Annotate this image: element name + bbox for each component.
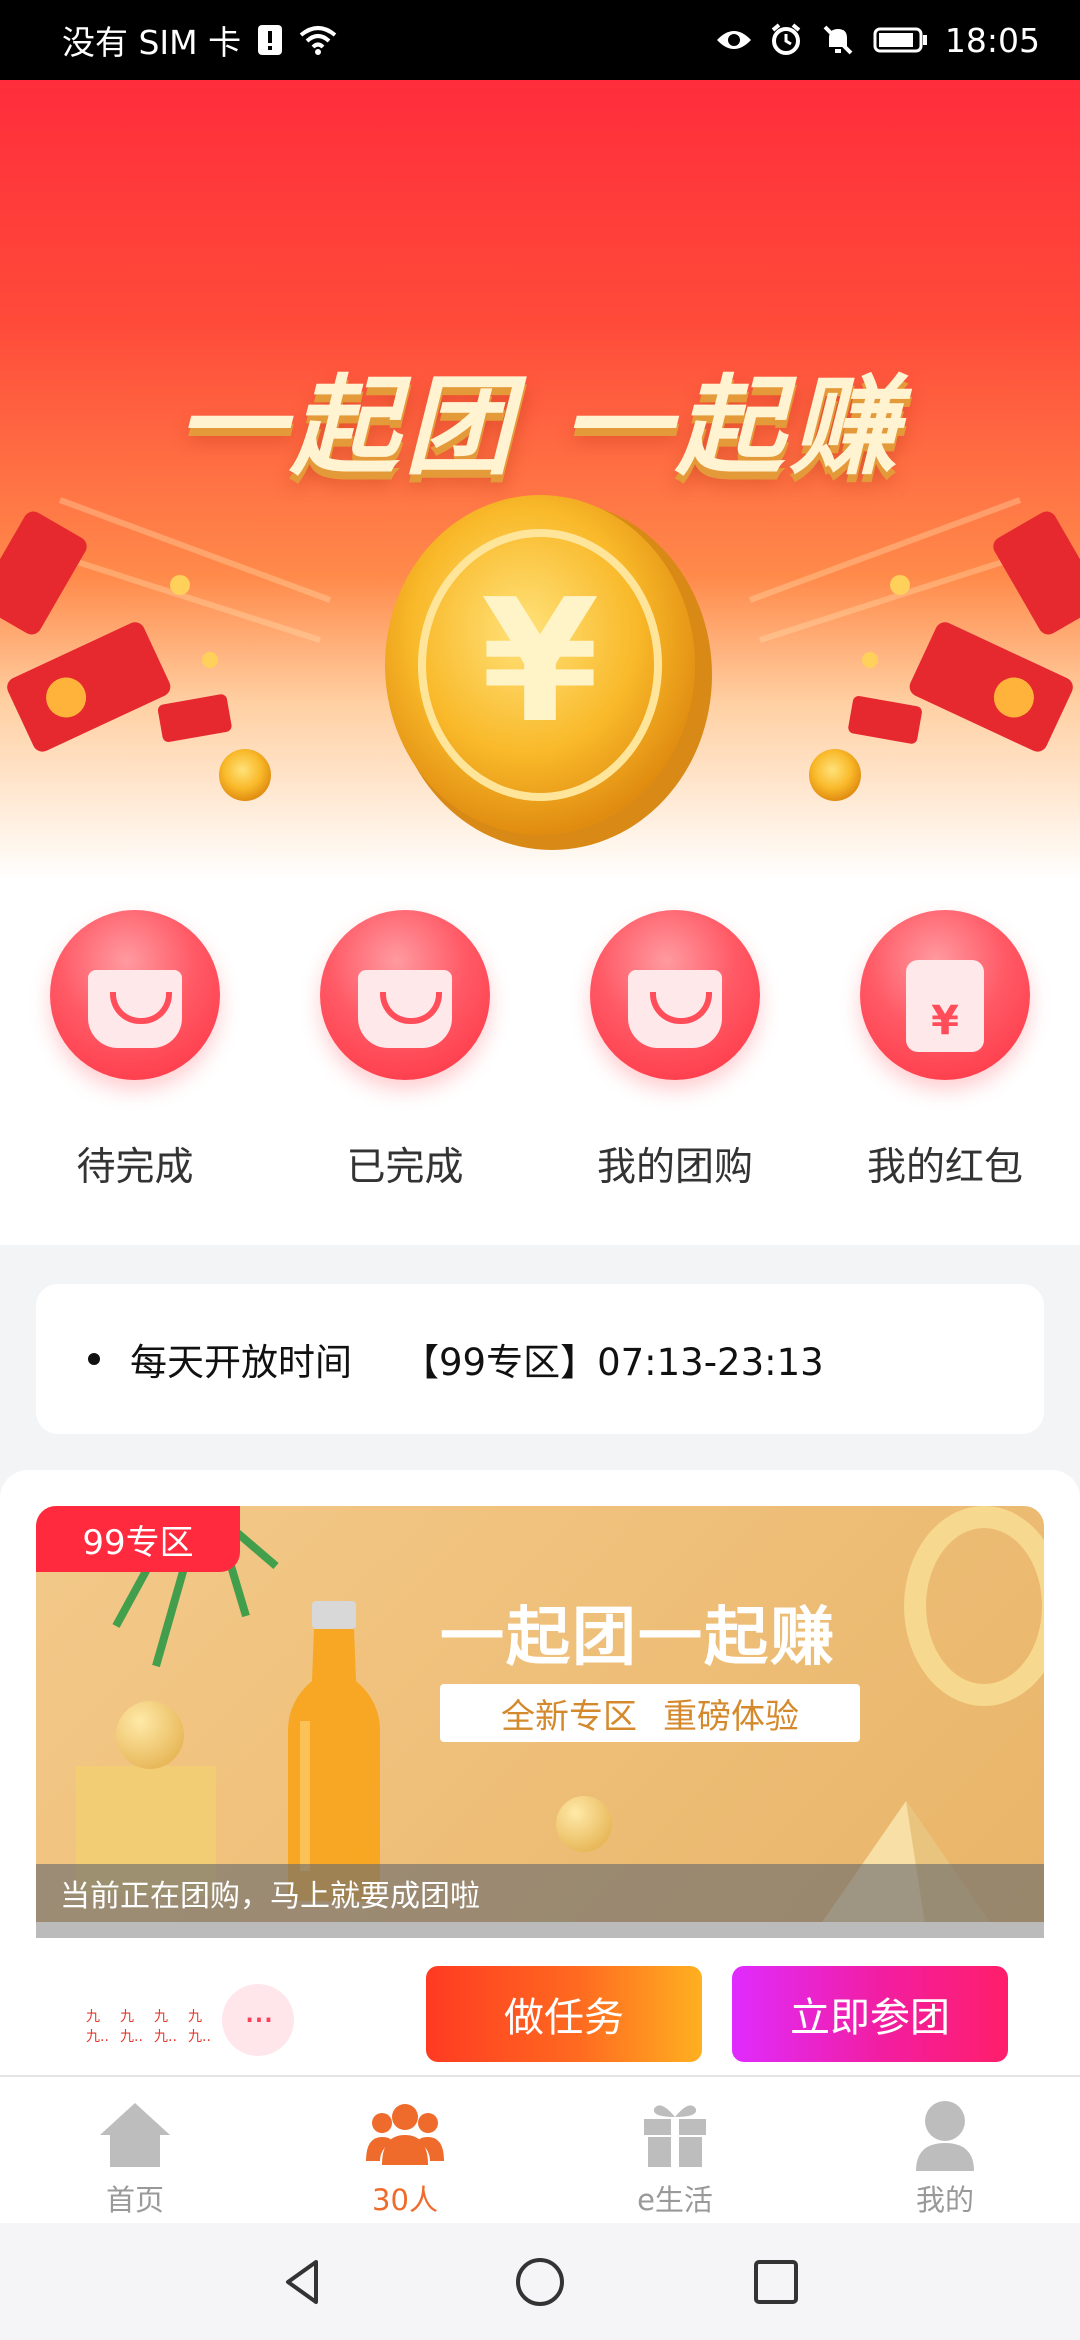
category-label: 我的团购 <box>596 1145 753 1190</box>
back-icon[interactable] <box>276 2254 332 2310</box>
category-red-envelope[interactable]: ¥ 我的红包 <box>810 880 1080 1245</box>
hero-banner: ¥ 一起团 一起赚 <box>0 80 1080 880</box>
home-icon <box>100 2103 170 2167</box>
completed-bag-icon <box>320 910 490 1080</box>
status-bar: 没有 SIM 卡 18:05 <box>0 0 1080 80</box>
profile-icon <box>916 2101 974 2171</box>
banner-bottom-strip <box>36 1922 1044 1938</box>
category-my-group-buy[interactable]: 我的团购 <box>540 880 810 1245</box>
banner-subtitle: 全新专区 重磅体验 <box>440 1684 860 1742</box>
category-label: 已完成 <box>346 1145 464 1190</box>
do-task-button[interactable]: 做任务 <box>426 1966 702 2062</box>
carrier-text: 没有 SIM 卡 <box>62 23 242 62</box>
avatar: 九九.. <box>86 2009 109 2045</box>
banner-subtitle-part: 全新专区 <box>501 1696 637 1737</box>
mute-icon <box>819 21 857 59</box>
sim-alert-icon <box>251 21 289 59</box>
juice-bottle-icon <box>288 1601 380 1901</box>
group-icon <box>366 2104 444 2165</box>
bottom-tab-bar: 首页 30人 e生活 我的 <box>0 2075 1080 2223</box>
tab-label: e生活 <box>637 2183 713 2217</box>
avatar: 九九.. <box>120 2009 143 2045</box>
decor-ball <box>556 1796 612 1852</box>
banner-status-text: 当前正在团购，马上就要成团啦 <box>36 1864 1044 1922</box>
battery-icon <box>871 21 931 59</box>
bullet-dot <box>88 1353 100 1365</box>
tab-label: 30人 <box>372 2183 438 2217</box>
tab-label: 我的 <box>915 2183 974 2217</box>
wifi-icon <box>299 21 337 59</box>
group-buy-card: 99专区 一起团一起赚 全新专区 重磅体验 当前正在团购，马上就要成团啦 九九.… <box>0 1470 1080 2075</box>
decor-ring <box>904 1506 1044 1706</box>
opening-hours-notice: 每天开放时间 【99专区】07:13-23:13 <box>36 1284 1044 1434</box>
avatar: 九九.. <box>188 2009 211 2045</box>
category-pending[interactable]: 待完成 <box>0 880 270 1245</box>
red-envelope-icon: ¥ <box>860 910 1030 1080</box>
tab-mine[interactable]: 我的 <box>810 2077 1080 2223</box>
zone-badge: 99专区 <box>36 1506 240 1572</box>
more-participants-button[interactable]: ··· <box>222 1984 294 2056</box>
category-row: 待完成 已完成 我的团购 ¥ 我的红包 <box>0 880 1080 1245</box>
join-group-button[interactable]: 立即参团 <box>732 1966 1008 2062</box>
banner-title: 一起团一起赚 <box>440 1601 836 1675</box>
pending-bag-icon <box>50 910 220 1080</box>
tab-home[interactable]: 首页 <box>0 2077 270 2223</box>
alarm-icon <box>767 21 805 59</box>
banner-subtitle-part: 重磅体验 <box>663 1696 799 1737</box>
notice-label: 每天开放时间 <box>130 1341 352 1384</box>
decor-ball <box>116 1701 184 1769</box>
tab-label: 首页 <box>105 2183 164 2217</box>
notice-zone-hours: 【99专区】07:13-23:13 <box>402 1341 824 1384</box>
category-label: 我的红包 <box>866 1145 1023 1190</box>
recents-icon[interactable] <box>748 2254 804 2310</box>
category-completed[interactable]: 已完成 <box>270 880 540 1245</box>
svg-text:¥: ¥ <box>481 563 599 761</box>
category-label: 待完成 <box>76 1145 194 1190</box>
participant-avatars: 九九.. 九九.. 九九.. 九九.. <box>86 2006 222 2045</box>
hero-title: 一起团 一起赚 <box>176 365 904 490</box>
clock-text: 18:05 <box>944 20 1040 60</box>
group-buy-bag-icon <box>590 910 760 1080</box>
card-action-row: 九九.. 九九.. 九九.. 九九.. ··· 做任务 立即参团 <box>36 1966 1044 2066</box>
home-circle-icon[interactable] <box>512 2254 568 2310</box>
avatar: 九九.. <box>154 2009 177 2045</box>
gift-icon <box>644 2105 706 2167</box>
zone-banner[interactable]: 99专区 一起团一起赚 全新专区 重磅体验 当前正在团购，马上就要成团啦 <box>36 1506 1044 1938</box>
eye-icon <box>715 21 753 59</box>
tab-e-life[interactable]: e生活 <box>540 2077 810 2223</box>
tab-group[interactable]: 30人 <box>270 2077 540 2223</box>
system-nav-bar <box>0 2223 1080 2340</box>
